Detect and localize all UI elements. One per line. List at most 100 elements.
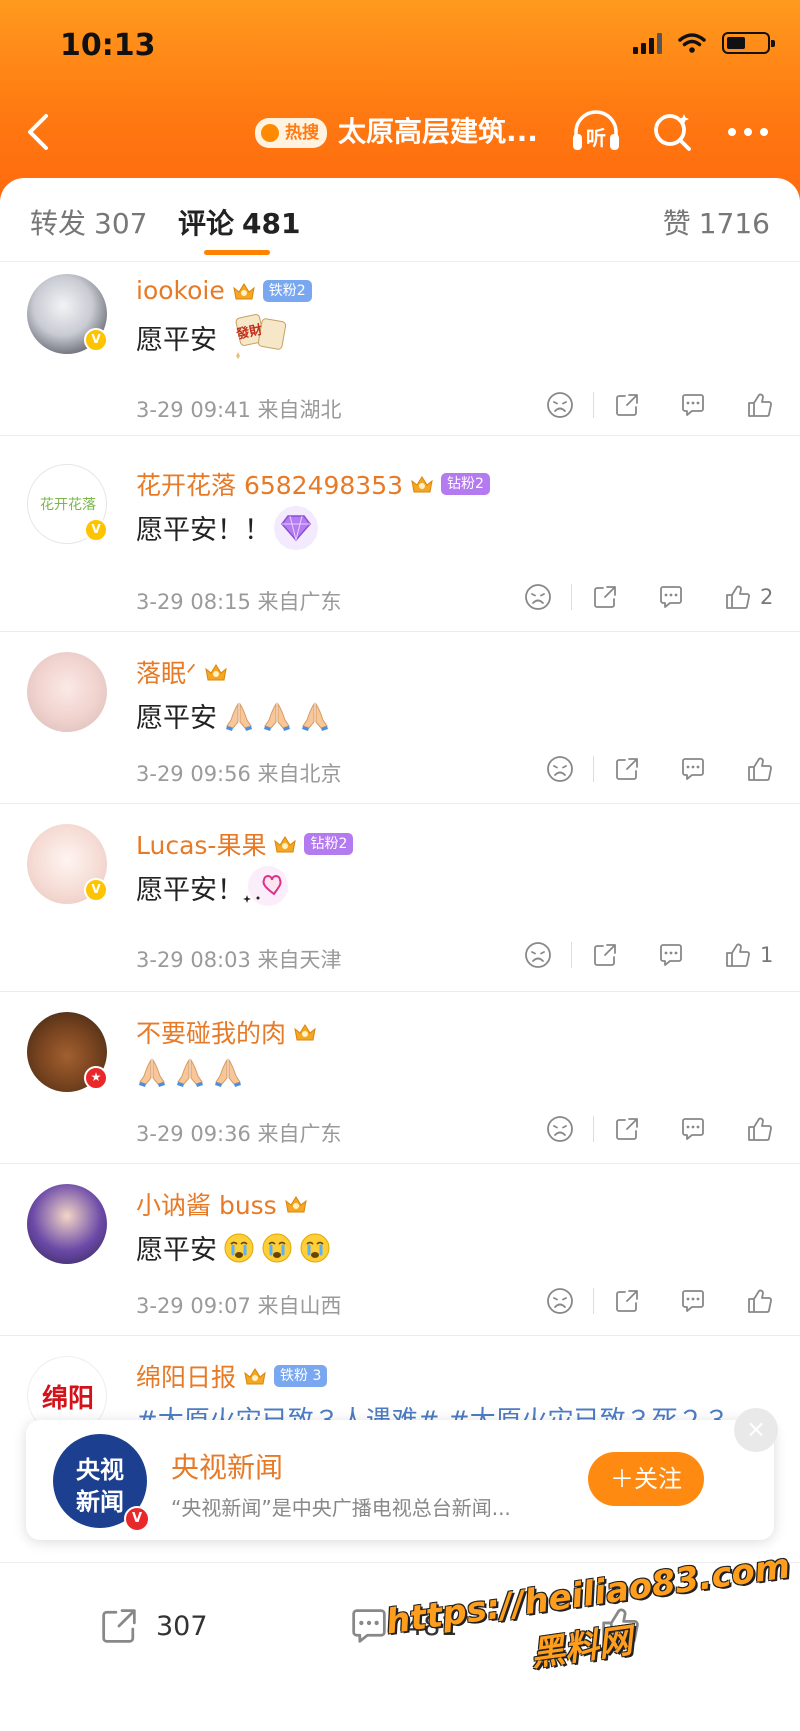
fan-badge[interactable]: 钻粉2 <box>304 833 354 855</box>
pray-emoji-icon <box>223 700 255 732</box>
username[interactable]: 小讷酱 buss <box>136 1186 277 1222</box>
name-row: 落眠ᐟ <box>136 654 229 690</box>
avatar[interactable] <box>27 652 107 732</box>
follow-button[interactable]: ＋关注 <box>588 1452 704 1506</box>
reply-icon[interactable] <box>678 754 708 784</box>
comment-meta: 3-29 09:41 来自湖北 <box>136 398 342 422</box>
signal-icon <box>633 32 662 54</box>
hot-search-icon <box>261 124 279 142</box>
more-options-icon[interactable] <box>728 124 772 140</box>
crying-emoji-icon <box>261 1232 293 1264</box>
comment-text <box>136 1056 244 1088</box>
reply-icon[interactable] <box>656 582 686 612</box>
name-row: 不要碰我的肉 <box>136 1014 318 1050</box>
diamond-sticker-icon <box>274 506 318 550</box>
comment-meta: 3-29 08:03 来自天津 <box>136 948 342 972</box>
follow-suggestion-card[interactable]: 央视 新闻 V 央视新闻 “央视新闻”是中央广播电视总台新闻... ＋关注 × <box>26 1408 778 1540</box>
dislike-icon[interactable] <box>545 1114 575 1144</box>
tab-comment[interactable]: 评论 481 <box>178 202 300 242</box>
reply-icon[interactable] <box>678 390 708 420</box>
tab-repost[interactable]: 转发 307 <box>30 202 147 242</box>
crown-icon <box>283 1192 309 1216</box>
like-icon[interactable] <box>744 390 774 420</box>
comment-text: 愿平安 <box>136 325 217 356</box>
listen-label: 听 <box>586 126 606 150</box>
share-icon[interactable] <box>612 754 642 784</box>
fan-badge[interactable]: 铁粉 3 <box>274 1365 328 1387</box>
tab-like[interactable]: 赞 1716 <box>663 202 770 242</box>
like-count: 1 <box>760 943 774 967</box>
verified-badge-icon: V <box>124 1506 150 1532</box>
fan-badge[interactable]: 钻粉2 <box>441 473 490 495</box>
username[interactable]: Lucas-果果 <box>136 826 266 862</box>
heart-sticker-icon <box>243 866 288 906</box>
listen-button[interactable]: 听 <box>570 108 622 156</box>
username[interactable]: iookoie <box>136 276 225 305</box>
comment-meta: 3-29 08:15 来自广东 <box>136 590 342 614</box>
wifi-icon <box>678 33 706 53</box>
comment-meta: 3-29 09:56 来自北京 <box>136 762 342 786</box>
back-icon[interactable] <box>22 112 56 152</box>
crown-icon <box>203 660 229 684</box>
comment-actions <box>545 754 774 784</box>
comment-text: 愿平安！！ <box>136 515 271 546</box>
comment-actions <box>545 1114 774 1144</box>
like-icon[interactable] <box>722 582 752 612</box>
svg-text:绵阳: 绵阳 <box>42 1383 94 1414</box>
dislike-icon[interactable] <box>523 582 553 612</box>
crown-icon <box>242 1364 268 1388</box>
dislike-icon[interactable] <box>545 390 575 420</box>
account-description: “央视新闻”是中央广播电视总台新闻... <box>171 1496 511 1520</box>
comment-actions: 1 <box>523 940 774 970</box>
hot-search-badge[interactable]: 热搜 <box>255 118 327 148</box>
reply-icon[interactable] <box>678 1114 708 1144</box>
comment-actions: 2 <box>523 582 774 612</box>
comment-meta: 3-29 09:36 来自广东 <box>136 1122 342 1146</box>
comment-item: V Lucas-果果 钻粉2 愿平安！ 3-29 08:03 来自天津 1 <box>0 812 800 992</box>
like-icon[interactable] <box>722 940 752 970</box>
svg-text:花开花落: 花开花落 <box>40 497 96 513</box>
close-icon[interactable]: × <box>734 1408 778 1452</box>
tab-bar: 转发 307 评论 481 赞 1716 <box>0 178 800 262</box>
dislike-icon[interactable] <box>523 940 553 970</box>
name-row: 小讷酱 buss <box>136 1186 309 1222</box>
status-time: 10:13 <box>60 28 156 63</box>
verified-badge-icon: V <box>84 518 108 542</box>
crown-icon <box>292 1020 318 1044</box>
reply-icon[interactable] <box>656 940 686 970</box>
share-icon[interactable] <box>612 390 642 420</box>
header-bar: 10:13 热搜 太原高层建筑... 听 <box>0 0 800 200</box>
dislike-icon[interactable] <box>545 754 575 784</box>
avatar[interactable] <box>27 1184 107 1264</box>
share-icon[interactable] <box>612 1114 642 1144</box>
comment-meta: 3-29 09:07 来自山西 <box>136 1294 342 1318</box>
page-title: 太原高层建筑... <box>338 115 538 148</box>
search-icon[interactable] <box>651 110 695 154</box>
like-count: 2 <box>760 585 774 609</box>
active-tab-indicator <box>204 250 270 255</box>
like-icon[interactable] <box>744 1114 774 1144</box>
battery-icon <box>722 32 775 54</box>
account-name[interactable]: 央视新闻 <box>171 1446 283 1486</box>
pray-emoji-icon <box>299 700 331 732</box>
verified-badge-icon: V <box>84 878 108 902</box>
username[interactable]: 落眠ᐟ <box>136 654 197 690</box>
crown-icon <box>409 472 435 496</box>
repost-button[interactable]: 307 <box>96 1603 208 1649</box>
like-icon[interactable] <box>744 754 774 784</box>
crown-icon <box>231 279 257 303</box>
share-icon[interactable] <box>612 1286 642 1316</box>
fan-badge[interactable]: 铁粉2 <box>262 279 312 302</box>
pray-emoji-icon <box>212 1056 244 1088</box>
username[interactable]: 不要碰我的肉 <box>136 1014 286 1050</box>
crying-emoji-icon <box>299 1232 331 1264</box>
username[interactable]: 绵阳日报 <box>136 1358 236 1394</box>
name-row: 绵阳日报 铁粉 3 <box>136 1358 328 1394</box>
comment-item: ★ 不要碰我的肉 3-29 09:36 来自广东 <box>0 1000 800 1164</box>
share-icon[interactable] <box>590 582 620 612</box>
reply-icon[interactable] <box>678 1286 708 1316</box>
like-icon[interactable] <box>744 1286 774 1316</box>
fortune-sticker-icon: 發財 <box>234 314 287 359</box>
dislike-icon[interactable] <box>545 1286 575 1316</box>
share-icon[interactable] <box>590 940 620 970</box>
